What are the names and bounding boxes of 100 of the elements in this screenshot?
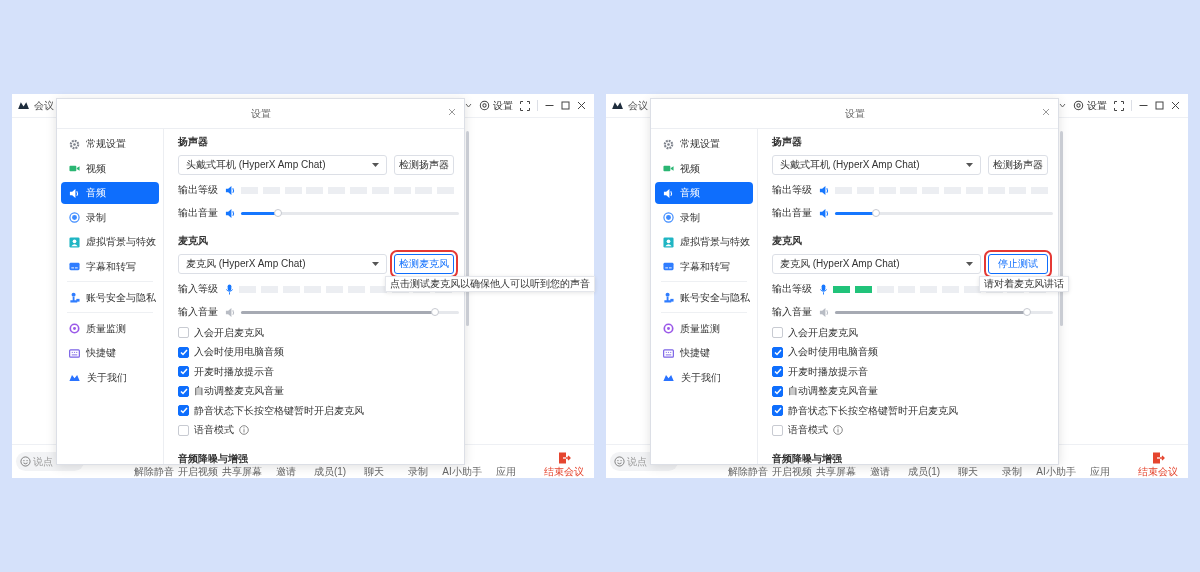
video-camera-icon <box>663 163 674 174</box>
field-label: 输入音量 <box>178 306 219 318</box>
person-card-icon <box>663 236 674 248</box>
section-heading: 音频降噪与增强 <box>178 452 249 466</box>
toolbar-button[interactable]: 解除静音 <box>132 466 176 477</box>
record-icon <box>663 212 674 223</box>
toolbar-button[interactable]: 成员(1) <box>308 466 352 477</box>
toolbar-button[interactable]: AI小助手 <box>1034 466 1078 477</box>
checkbox[interactable] <box>772 366 783 378</box>
toolbar-button[interactable]: 邀请 <box>858 466 902 477</box>
checkbox[interactable] <box>178 346 189 358</box>
nav-item[interactable]: 关于我们 <box>655 366 753 389</box>
checkbox[interactable] <box>772 346 783 358</box>
toolbar-button[interactable]: 录制 <box>396 466 440 477</box>
video-camera-icon <box>69 163 80 174</box>
nav-item[interactable]: 快捷键 <box>61 342 159 364</box>
nav-item[interactable]: 常规设置 <box>655 133 753 155</box>
close-button[interactable] <box>448 108 456 116</box>
toolbar-button[interactable]: 共享屏幕 <box>814 466 858 477</box>
end-meeting-button[interactable]: 结束会议 <box>544 452 584 477</box>
nav-item[interactable]: 录制 <box>655 206 753 229</box>
toolbar-button[interactable]: 聊天 <box>946 466 990 477</box>
section-heading: 扬声器 <box>772 135 803 149</box>
caret-icon <box>966 262 973 266</box>
settings-icon <box>1073 100 1084 111</box>
nav-item[interactable]: 录制 <box>61 206 159 229</box>
device-dropdown[interactable]: 头戴式耳机 (HyperX Amp Chat) <box>178 155 387 175</box>
checkbox[interactable] <box>178 366 189 378</box>
checkbox[interactable] <box>772 424 783 436</box>
toolbar-button[interactable]: 录制 <box>990 466 1034 477</box>
toolbar-button[interactable]: 邀请 <box>264 466 308 477</box>
nav-item[interactable]: 音频 <box>61 182 159 204</box>
test-button[interactable]: 检测扬声器 <box>988 155 1048 175</box>
toolbar-button[interactable]: 解除静音 <box>726 466 770 477</box>
field-label: 输出等级 <box>772 283 813 295</box>
record-icon <box>69 212 80 223</box>
nav-item[interactable]: 账号安全与隐私 <box>61 286 159 309</box>
nav-item[interactable]: 质量监测 <box>61 317 159 340</box>
nav-item[interactable]: 视频 <box>655 157 753 180</box>
volume-slider[interactable] <box>241 310 459 314</box>
checkbox[interactable] <box>772 327 783 339</box>
end-meeting-button[interactable]: 结束会议 <box>1138 452 1178 477</box>
checkbox[interactable] <box>178 405 189 417</box>
maximize-icon <box>1155 101 1164 110</box>
toolbar-button[interactable]: 聊天 <box>352 466 396 477</box>
speaker-icon <box>663 187 674 199</box>
device-dropdown[interactable]: 麦克风 (HyperX Amp Chat) <box>772 254 981 274</box>
checkbox[interactable] <box>178 327 189 339</box>
checkbox[interactable] <box>772 405 783 417</box>
caret-icon <box>465 103 472 108</box>
toolbar-button[interactable]: 共享屏幕 <box>220 466 264 477</box>
speaker-icon <box>225 184 236 196</box>
caret-icon <box>1059 103 1066 108</box>
nav-item[interactable]: 字幕和转写 <box>655 255 753 278</box>
tooltip: 请对着麦克风讲话 <box>979 276 1069 292</box>
toolbar-button[interactable]: 开启视频 <box>770 466 814 477</box>
speaker-icon <box>225 306 236 318</box>
settings-button[interactable]: 设置 <box>1073 99 1107 112</box>
info-icon <box>833 425 843 436</box>
settings-button[interactable]: 设置 <box>479 99 513 112</box>
checkbox[interactable] <box>772 385 783 397</box>
test-button[interactable]: 检测扬声器 <box>394 155 454 175</box>
nav-item[interactable]: 常规设置 <box>61 133 159 155</box>
maximize-icon <box>561 101 570 110</box>
nav-item[interactable]: 音频 <box>655 182 753 204</box>
device-dropdown[interactable]: 头戴式耳机 (HyperX Amp Chat) <box>772 155 981 175</box>
checkbox-label: 入会开启麦克风 <box>194 326 264 339</box>
volume-slider[interactable] <box>835 310 1053 314</box>
speaker-icon <box>819 184 830 196</box>
nav-item[interactable]: 视频 <box>61 157 159 180</box>
field-label: 输入音量 <box>772 306 813 318</box>
account-icon <box>69 292 80 303</box>
nav-item[interactable]: 账号安全与隐私 <box>655 286 753 309</box>
nav-item[interactable]: 快捷键 <box>655 342 753 364</box>
speaker-icon <box>69 187 80 199</box>
nav-item[interactable]: 虚拟背景与特效 <box>655 231 753 253</box>
checkbox-label: 入会开启麦克风 <box>788 326 858 339</box>
toolbar-button[interactable]: 应用 <box>1078 466 1122 477</box>
field-label: 输出音量 <box>772 207 813 219</box>
checkbox[interactable] <box>178 385 189 397</box>
nav-item[interactable]: 虚拟背景与特效 <box>61 231 159 253</box>
gear-icon <box>69 138 80 150</box>
checkbox-label: 静音状态下长按空格键暂时开启麦克风 <box>788 404 958 417</box>
logo-icon <box>611 101 625 110</box>
nav-item[interactable]: 质量监测 <box>655 317 753 340</box>
toolbar-button[interactable]: AI小助手 <box>440 466 484 477</box>
close-button[interactable] <box>1042 108 1050 116</box>
toolbar-button[interactable]: 应用 <box>484 466 528 477</box>
quality-icon <box>663 323 674 334</box>
gear-icon <box>663 138 674 150</box>
device-dropdown[interactable]: 麦克风 (HyperX Amp Chat) <box>178 254 387 274</box>
field-label: 输入等级 <box>178 283 219 295</box>
nav-item[interactable]: 关于我们 <box>61 366 159 389</box>
checkbox-label: 入会时使用电脑音频 <box>194 346 284 359</box>
toolbar-button[interactable]: 开启视频 <box>176 466 220 477</box>
toolbar-button[interactable]: 成员(1) <box>902 466 946 477</box>
section-heading: 扬声器 <box>178 135 209 149</box>
checkbox[interactable] <box>178 424 189 436</box>
checkbox-label: 语音模式 <box>194 424 234 437</box>
nav-item[interactable]: 字幕和转写 <box>61 255 159 278</box>
